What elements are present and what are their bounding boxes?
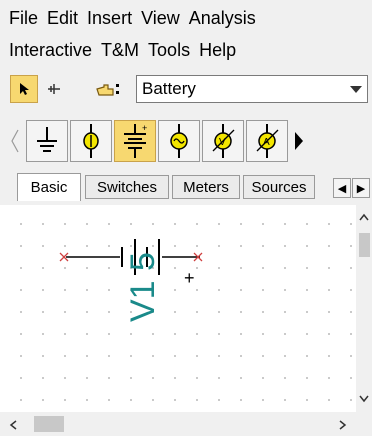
caret-right-icon: ▶ xyxy=(356,182,366,195)
tab-meters[interactable]: Meters xyxy=(172,175,240,199)
wire-tool-button[interactable] xyxy=(40,75,68,103)
scroll-down-icon[interactable] xyxy=(358,391,370,409)
palette-item-battery[interactable]: + xyxy=(114,120,156,162)
component-select-value: Battery xyxy=(142,79,196,98)
horizontal-scrollbar[interactable] xyxy=(0,412,372,436)
pointer-icon xyxy=(20,83,29,95)
caret-right-icon xyxy=(295,132,303,150)
polarity-plus-sign: + xyxy=(184,268,195,288)
svg-text:A: A xyxy=(263,137,270,148)
vertical-scrollbar[interactable] xyxy=(356,205,372,412)
palette-item-current-source[interactable] xyxy=(70,120,112,162)
scroll-up-icon[interactable] xyxy=(358,209,370,227)
select-tool-button[interactable] xyxy=(10,75,38,103)
menu-help[interactable]: Help xyxy=(195,40,240,61)
palette-item-voltmeter[interactable]: V xyxy=(202,120,244,162)
battery-component[interactable] xyxy=(0,205,356,412)
wire-icon xyxy=(48,84,60,94)
place-component-button[interactable] xyxy=(92,75,126,103)
tab-sources[interactable]: Sources xyxy=(243,175,315,199)
tab-switches[interactable]: Switches xyxy=(85,175,169,199)
menu-bar-row2: Interactive T&M Tools Help xyxy=(5,35,372,65)
ground-icon xyxy=(37,127,57,152)
component-label[interactable]: V1 5 xyxy=(124,252,163,322)
menu-edit[interactable]: Edit xyxy=(43,8,82,29)
menu-tools[interactable]: Tools xyxy=(144,40,194,61)
menu-interactive[interactable]: Interactive xyxy=(5,40,96,61)
voltmeter-icon: V xyxy=(212,124,235,158)
scroll-left-icon[interactable] xyxy=(8,418,18,436)
palette-scroll-right-button[interactable] xyxy=(292,122,306,160)
tab-scroll-left-button[interactable]: ◀ xyxy=(333,178,351,198)
chevron-down-icon[interactable] xyxy=(350,86,362,93)
vertical-scroll-thumb[interactable] xyxy=(359,233,370,257)
tab-basic[interactable]: Basic xyxy=(17,173,81,201)
scroll-right-icon[interactable] xyxy=(338,418,348,436)
tab-scroll-right-button[interactable]: ▶ xyxy=(352,178,370,198)
palette-item-ammeter[interactable] xyxy=(158,120,200,162)
svg-text:+: + xyxy=(142,123,147,133)
ammeter-icon xyxy=(170,124,188,158)
svg-text:V: V xyxy=(219,137,226,148)
chevron-left-icon xyxy=(11,129,19,153)
caret-left-icon: ◀ xyxy=(337,182,347,195)
component-select[interactable]: Battery xyxy=(136,75,368,103)
menu-tm[interactable]: T&M xyxy=(97,40,143,61)
menu-view[interactable]: View xyxy=(137,8,184,29)
palette-item-ground[interactable] xyxy=(26,120,68,162)
current-source-icon xyxy=(83,124,99,158)
horizontal-scroll-thumb[interactable] xyxy=(34,416,64,432)
menu-file[interactable]: File xyxy=(5,8,42,29)
palette-item-ammeter-arrow[interactable]: A xyxy=(246,120,288,162)
menu-insert[interactable]: Insert xyxy=(83,8,136,29)
menu-bar: File Edit Insert View Analysis xyxy=(5,3,372,33)
menu-analysis[interactable]: Analysis xyxy=(185,8,260,29)
palette-scroll-left-button[interactable] xyxy=(8,122,22,160)
hand-pointer-icon xyxy=(96,84,119,96)
ammeter-arrow-icon: A xyxy=(256,124,279,158)
battery-icon: + xyxy=(124,123,147,158)
